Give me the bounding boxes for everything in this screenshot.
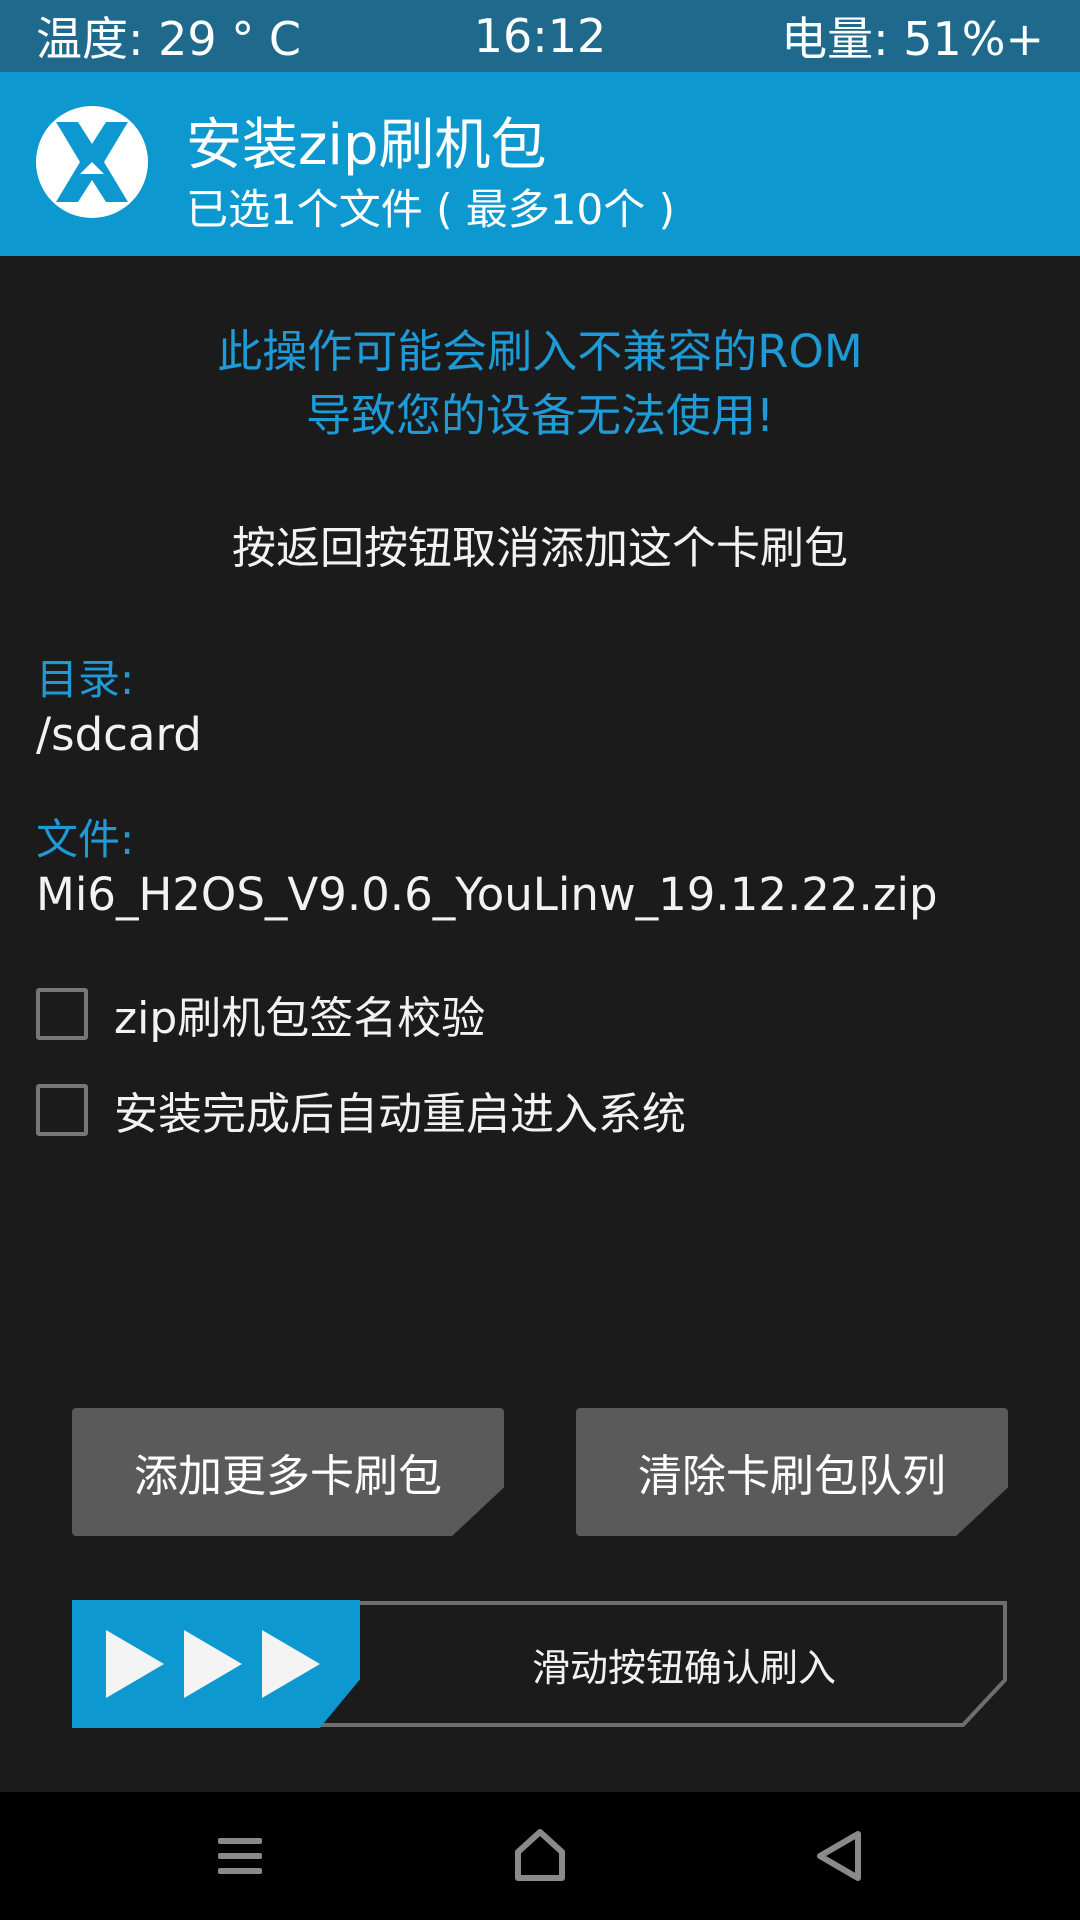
page-subtitle: 已选1个文件 ( 最多10个 ): [186, 185, 675, 234]
folder-label: 目录:: [36, 655, 135, 704]
temperature-readout: 温度: 29 ° C: [36, 12, 302, 66]
home-icon[interactable]: [500, 1816, 580, 1896]
warning-line-2: 导致您的设备无法使用!: [305, 389, 775, 442]
warning-message: 此操作可能会刷入不兼容的ROM 导致您的设备无法使用!: [0, 320, 1080, 448]
warning-line-1: 此操作可能会刷入不兼容的ROM: [217, 325, 863, 378]
back-icon[interactable]: [800, 1816, 880, 1896]
checkbox[interactable]: [36, 988, 88, 1040]
twrp-logo-icon: [36, 106, 148, 218]
option-reboot-after-install[interactable]: 安装完成后自动重启进入系统: [36, 1078, 686, 1142]
page-title: 安装zip刷机包: [186, 113, 547, 178]
battery-readout: 电量: 51%+: [781, 12, 1044, 66]
option-zip-signature-verify[interactable]: zip刷机包签名校验: [36, 982, 485, 1046]
checkbox[interactable]: [36, 1084, 88, 1136]
play-arrow-icon: [106, 1630, 164, 1698]
slider-label: 滑动按钮确认刷入: [531, 1645, 836, 1690]
header-bar: 安装zip刷机包 已选1个文件 ( 最多10个 ): [0, 72, 1080, 256]
add-more-zips-button[interactable]: 添加更多卡刷包: [72, 1408, 504, 1536]
checkbox-label: zip刷机包签名校验: [114, 993, 486, 1044]
navigation-bar: [0, 1792, 1080, 1920]
play-arrow-icon: [262, 1630, 320, 1698]
folder-value: /sdcard: [36, 708, 202, 761]
swipe-to-confirm-slider[interactable]: 滑动按钮确认刷入: [72, 1600, 1008, 1728]
back-cancel-hint: 按返回按钮取消添加这个卡刷包: [232, 523, 848, 574]
play-arrow-icon: [184, 1630, 242, 1698]
file-value: Mi6_H2OS_V9.0.6_YouLinw_19.12.22.zip: [36, 868, 938, 921]
status-bar: 温度: 29 ° C 16:12 电量: 51%+: [0, 0, 1080, 72]
clear-zip-queue-button[interactable]: 清除卡刷包队列: [576, 1408, 1008, 1536]
menu-icon[interactable]: [200, 1816, 280, 1896]
slider-handle[interactable]: [72, 1600, 360, 1728]
twrp-install-screen: 温度: 29 ° C 16:12 电量: 51%+ 安装zip刷机包 已选1个文…: [0, 0, 1080, 1920]
checkbox-label: 安装完成后自动重启进入系统: [114, 1089, 686, 1140]
file-label: 文件:: [36, 815, 135, 864]
